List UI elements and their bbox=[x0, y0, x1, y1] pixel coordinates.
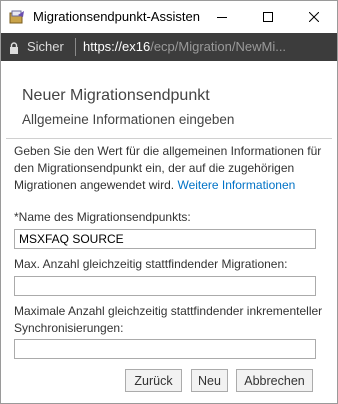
minimize-button[interactable] bbox=[199, 1, 245, 33]
close-icon bbox=[309, 12, 319, 22]
url-host: https://ex16 bbox=[83, 39, 151, 54]
wizard-content: Neuer Migrationsendpunkt Allgemeine Info… bbox=[1, 61, 337, 403]
max-migrations-label: Max. Anzahl gleichzeitig stattfindender … bbox=[14, 257, 288, 271]
close-button[interactable] bbox=[291, 1, 337, 33]
new-button[interactable]: Neu bbox=[191, 369, 228, 392]
url-path: /ecp/Migration/NewMi... bbox=[150, 39, 287, 54]
window-title: Migrationsendpunkt-Assisten bbox=[33, 9, 200, 24]
minimize-icon bbox=[217, 17, 227, 18]
app-icon bbox=[9, 9, 25, 25]
page-subtitle: Allgemeine Informationen eingeben bbox=[22, 112, 235, 127]
max-migrations-input[interactable] bbox=[14, 276, 316, 296]
max-sync-label: Maximale Anzahl gleichzeitig stattfinden… bbox=[14, 304, 323, 335]
lock-icon bbox=[9, 41, 19, 59]
description: Geben Sie den Wert für die allgemeinen I… bbox=[14, 143, 326, 194]
address-separator bbox=[75, 38, 76, 56]
address-bar[interactable]: Sicher https://ex16/ecp/Migration/NewMi.… bbox=[1, 33, 337, 61]
back-button[interactable]: Zurück bbox=[125, 369, 182, 392]
maximize-button[interactable] bbox=[245, 1, 291, 33]
endpoint-name-label: *Name des Migrationsendpunkts: bbox=[14, 210, 191, 224]
divider bbox=[6, 138, 332, 139]
url-text[interactable]: https://ex16/ecp/Migration/NewMi... bbox=[83, 39, 286, 54]
more-info-link[interactable]: Weitere Informationen bbox=[177, 178, 295, 192]
secure-label: Sicher bbox=[27, 39, 64, 54]
title-bar[interactable]: Migrationsendpunkt-Assisten bbox=[1, 1, 337, 33]
endpoint-name-input[interactable] bbox=[14, 229, 316, 249]
cancel-button[interactable]: Abbrechen bbox=[236, 369, 313, 392]
wizard-window: Migrationsendpunkt-Assisten Sicher https… bbox=[0, 0, 338, 404]
page-title: Neuer Migrationsendpunkt bbox=[22, 87, 210, 104]
maximize-icon bbox=[263, 12, 273, 22]
max-sync-input[interactable] bbox=[14, 339, 316, 359]
